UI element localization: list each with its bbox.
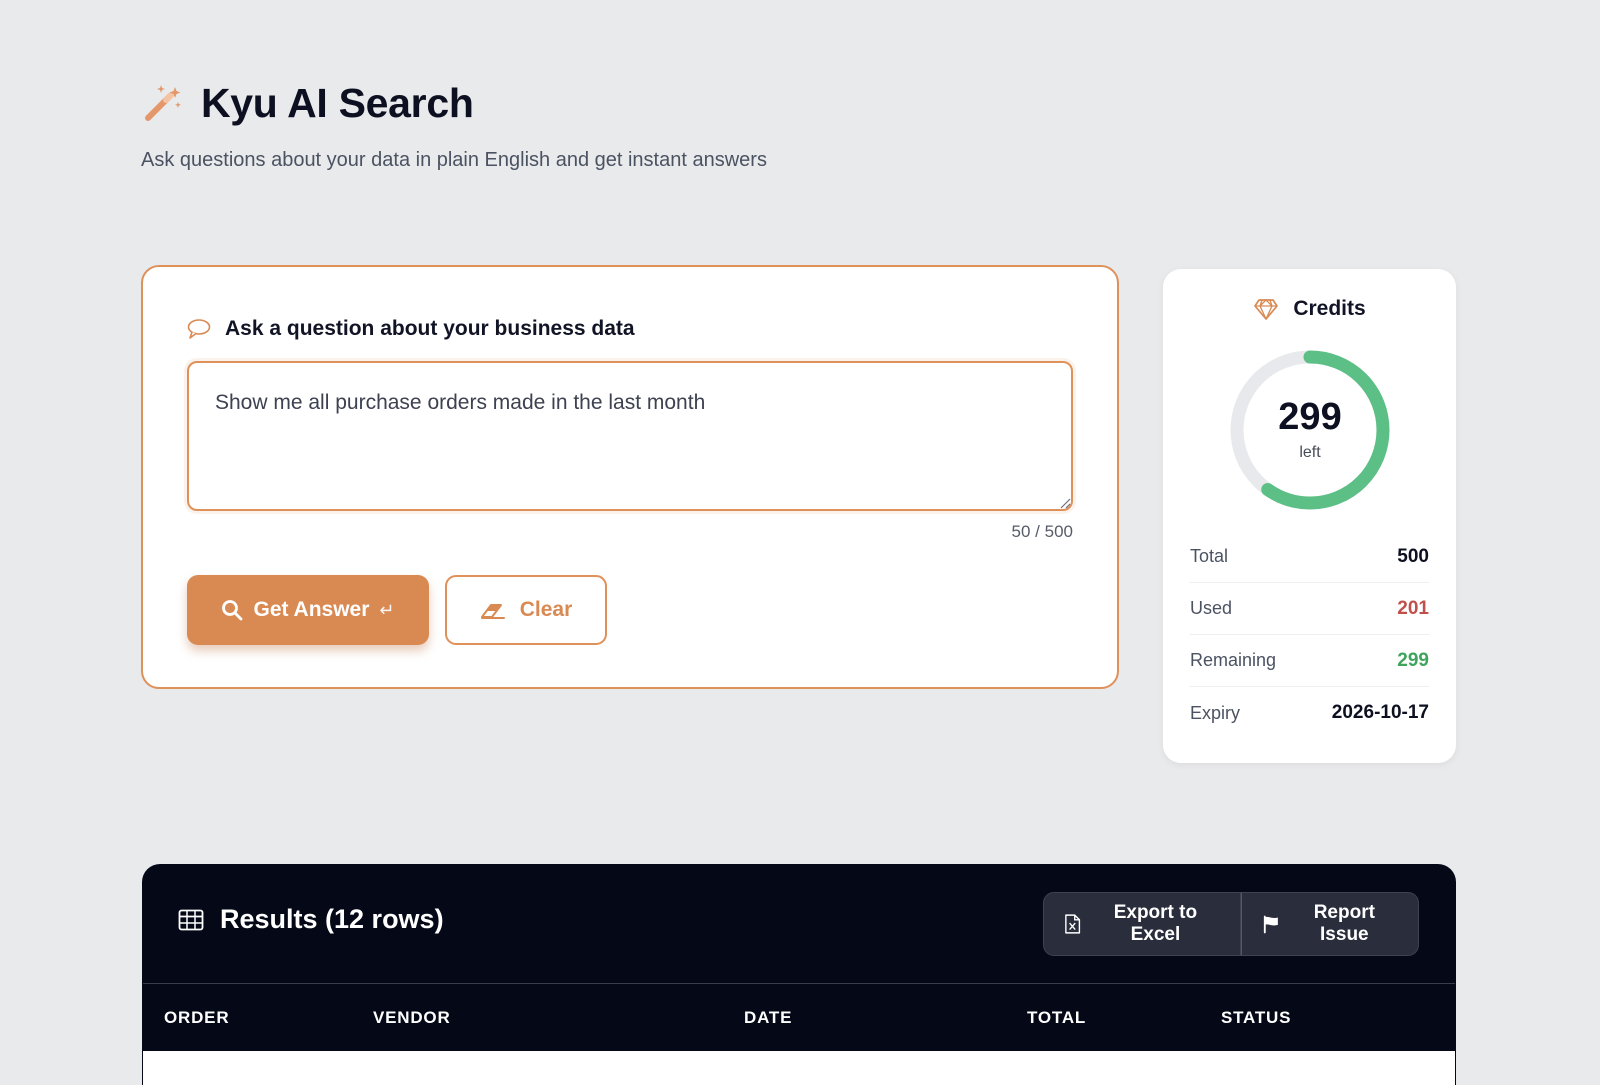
enter-key-icon: ↵ [379, 599, 395, 620]
eraser-icon [480, 604, 505, 619]
page: Kyu AI Search Ask questions about your d… [0, 0, 1600, 1085]
stat-value: 201 [1397, 597, 1429, 619]
stat-row-remaining: Remaining 299 [1190, 635, 1429, 687]
credits-left-number: 299 [1278, 396, 1342, 438]
get-answer-label: Get Answer [253, 598, 370, 621]
table-icon [178, 909, 204, 930]
report-label: Report Issue [1313, 902, 1375, 945]
table-header: ORDER VENDOR DATE TOTAL STATUS [143, 983, 1455, 1051]
gem-icon [1254, 299, 1279, 320]
question-label-text: Ask a question about your business data [225, 317, 635, 340]
search-icon [222, 600, 243, 621]
results-header: Results (12 rows) [178, 904, 444, 935]
column-header-date[interactable]: DATE [744, 1008, 792, 1028]
get-answer-button[interactable]: Get Answer ↵ [187, 575, 429, 645]
credit-stats: Total 500 Used 201 Remaining 299 Expiry … [1190, 531, 1429, 739]
stat-row-total: Total 500 [1190, 531, 1429, 583]
excel-file-icon [1065, 914, 1081, 934]
question-card: Ask a question about your business data … [141, 265, 1119, 689]
report-issue-button[interactable]: Report Issue [1241, 892, 1419, 956]
credits-card: Credits 299 left Total 500 Used 201 Rema… [1163, 269, 1456, 763]
export-label: Export to Excel [1113, 902, 1198, 945]
stat-value: 299 [1397, 649, 1429, 671]
ring-center: 299 left [1229, 349, 1391, 511]
export-excel-button[interactable]: Export to Excel [1043, 892, 1241, 956]
column-header-status[interactable]: STATUS [1221, 1008, 1291, 1028]
magic-wand-icon [145, 84, 181, 121]
results-actions: Export to Excel Report Issue [1043, 892, 1419, 956]
column-header-total[interactable]: TOTAL [1027, 1008, 1086, 1028]
stat-value: 500 [1397, 545, 1429, 567]
stat-label: Remaining [1190, 650, 1277, 670]
resize-grip-icon[interactable] [1059, 497, 1071, 509]
page-title: Kyu AI Search [201, 80, 474, 126]
stat-row-used: Used 201 [1190, 583, 1429, 635]
stat-value: 2026-10-17 [1331, 702, 1429, 723]
column-header-order[interactable]: ORDER [164, 1008, 229, 1028]
table-body [143, 1051, 1455, 1085]
clear-button[interactable]: Clear [445, 575, 607, 645]
credits-left-caption: left [1299, 444, 1321, 461]
stat-row-expiry: Expiry 2026-10-17 [1190, 687, 1429, 739]
stat-label: Expiry [1190, 702, 1241, 723]
speech-bubble-icon [187, 319, 211, 339]
column-header-vendor[interactable]: VENDOR [373, 1008, 451, 1028]
title-row: Kyu AI Search [141, 80, 767, 127]
results-panel: Results (12 rows) Export to Excel Report… [142, 864, 1456, 1085]
character-counter: 50 / 500 [1011, 522, 1073, 541]
stat-label: Used [1190, 598, 1233, 618]
page-header: Kyu AI Search Ask questions about your d… [141, 80, 767, 172]
question-label: Ask a question about your business data [187, 317, 635, 341]
credits-title: Credits [1293, 297, 1366, 320]
results-title: Results (12 rows) [220, 904, 444, 934]
credits-header: Credits [1163, 297, 1456, 321]
stat-label: Total [1190, 546, 1229, 566]
page-subtitle: Ask questions about your data in plain E… [141, 149, 767, 171]
query-input[interactable]: Show me all purchase orders made in the … [187, 361, 1073, 511]
flag-icon [1263, 915, 1278, 934]
clear-label: Clear [519, 598, 573, 621]
